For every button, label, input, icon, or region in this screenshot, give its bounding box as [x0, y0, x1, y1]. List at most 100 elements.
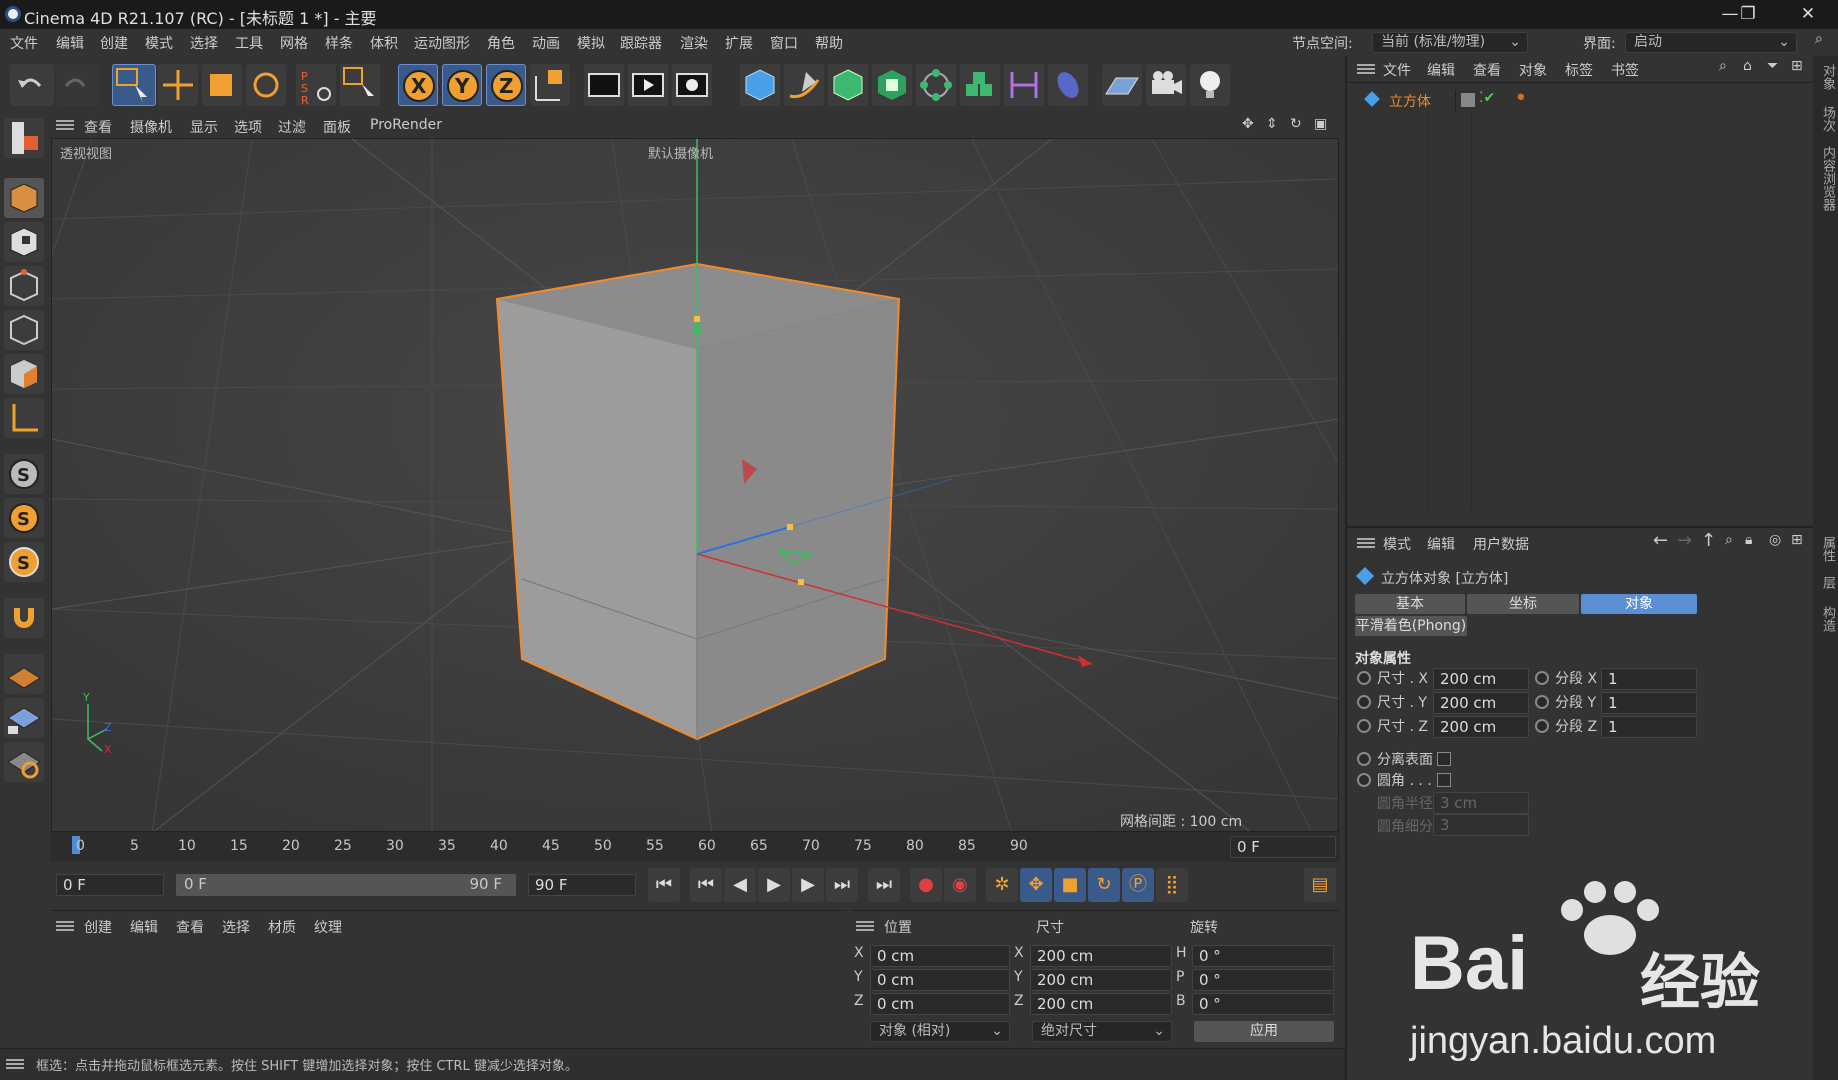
hamburger-icon[interactable] — [56, 118, 74, 132]
play-icon[interactable]: ▶ — [758, 868, 790, 902]
layout-select[interactable]: 启动 ⌄ — [1625, 32, 1797, 53]
key-rotation-icon[interactable]: ↻ — [1088, 868, 1120, 902]
redo-button[interactable] — [56, 64, 100, 106]
workplane-icon[interactable] — [4, 654, 44, 694]
tab-layers[interactable]: 层 — [1818, 576, 1837, 589]
edges-mode-icon[interactable] — [4, 310, 44, 350]
search-icon[interactable]: ⌕ — [1725, 532, 1733, 548]
x-axis-lock-button[interactable]: X — [398, 64, 438, 106]
menu-help[interactable]: 帮助 — [815, 33, 843, 53]
scale-tool-icon[interactable] — [202, 64, 242, 106]
grid-settings-icon[interactable] — [4, 742, 44, 782]
render-view-icon[interactable] — [584, 64, 624, 106]
menu-volume[interactable]: 体积 — [370, 33, 398, 53]
mat-menu-material[interactable]: 材质 — [268, 917, 296, 937]
apply-button[interactable]: 应用 — [1194, 1021, 1334, 1042]
size-x-input[interactable]: 200 cm — [1433, 668, 1529, 690]
move-tool-icon[interactable] — [158, 64, 198, 106]
size-y-input[interactable]: 200 cm — [1433, 692, 1529, 714]
seg-x-input[interactable]: 1 — [1601, 668, 1697, 690]
frame-range-slider[interactable]: 0 F 90 F — [176, 874, 516, 896]
menu-select[interactable]: 选择 — [190, 33, 218, 53]
polygons-mode-icon[interactable] — [4, 354, 44, 394]
size-z-input[interactable]: 200 cm — [1433, 716, 1529, 738]
seg-z-input[interactable]: 1 — [1601, 716, 1697, 738]
menu-simulate[interactable]: 模拟 — [577, 33, 605, 53]
make-editable-icon[interactable] — [4, 118, 44, 158]
rotate-view-icon[interactable]: ↻ — [1290, 116, 1302, 132]
current-frame-field[interactable]: 0 F — [1230, 836, 1336, 858]
menu-window[interactable]: 窗口 — [770, 33, 798, 53]
maximize-view-icon[interactable]: ▣ — [1314, 116, 1327, 132]
new-window-icon[interactable]: ⊞ — [1791, 532, 1803, 548]
home-icon[interactable]: ⌂ — [1743, 58, 1752, 74]
rot-b-field[interactable]: 0 ° — [1192, 993, 1334, 1015]
cube-object-icon[interactable] — [740, 64, 780, 106]
model-mode-icon[interactable] — [4, 178, 44, 218]
cloner-icon[interactable] — [960, 64, 1000, 106]
coord-mode-select[interactable]: 对象 (相对) ⌄ — [870, 1021, 1010, 1042]
menu-render[interactable]: 渲染 — [680, 33, 708, 53]
end-frame-field[interactable]: 90 F — [528, 874, 636, 896]
locked-workplane-icon[interactable] — [4, 698, 44, 738]
record-keys-icon[interactable]: ● — [910, 868, 942, 902]
key-pla-icon[interactable]: ⣿ — [1156, 868, 1188, 902]
new-window-icon[interactable]: ⊞ — [1791, 58, 1803, 74]
obj-menu-bookmarks[interactable]: 书签 — [1611, 60, 1639, 80]
attr-menu-edit[interactable]: 编辑 — [1427, 534, 1455, 554]
size-x-field[interactable]: 200 cm — [1030, 945, 1172, 967]
deformer-icon[interactable] — [1004, 64, 1044, 106]
extrude-generator-icon[interactable] — [872, 64, 912, 106]
next-key-icon[interactable]: ⏭ — [826, 868, 858, 902]
close-button[interactable]: ✕ — [1778, 0, 1838, 29]
coordinate-system-icon[interactable] — [530, 64, 570, 106]
menu-edit[interactable]: 编辑 — [56, 33, 84, 53]
prev-key-icon[interactable]: ⏮ — [690, 868, 722, 902]
separate-surfaces-checkbox[interactable] — [1437, 752, 1451, 766]
menu-tracker[interactable]: 跟踪器 — [620, 33, 662, 53]
axis-mode-icon[interactable] — [4, 398, 44, 438]
target-icon[interactable]: ◎ — [1769, 532, 1781, 548]
vp-menu-filter[interactable]: 过滤 — [278, 117, 306, 137]
menu-mode[interactable]: 模式 — [145, 33, 173, 53]
hamburger-icon[interactable] — [1357, 536, 1375, 550]
animate-radio[interactable] — [1357, 671, 1371, 685]
keyframe-selection-icon[interactable]: ✲ — [986, 868, 1018, 902]
tab-objects[interactable]: 对象 — [1818, 64, 1837, 90]
vp-menu-camera[interactable]: 摄像机 — [130, 117, 172, 137]
menu-extensions[interactable]: 扩展 — [725, 33, 753, 53]
search-icon[interactable]: ⌕ — [1815, 31, 1823, 47]
key-scale-icon[interactable]: ■ — [1054, 868, 1086, 902]
rot-p-field[interactable]: 0 ° — [1192, 969, 1334, 991]
pos-x-field[interactable]: 0 cm — [870, 945, 1010, 967]
visibility-dots-icon[interactable]: ⁚✔ — [1479, 90, 1495, 106]
animate-radio[interactable] — [1357, 752, 1371, 766]
obj-menu-edit[interactable]: 编辑 — [1427, 60, 1455, 80]
light-object-icon[interactable] — [1190, 64, 1230, 106]
texture-mode-icon[interactable] — [4, 222, 44, 262]
size-z-field[interactable]: 200 cm — [1030, 993, 1172, 1015]
tab-coords[interactable]: 坐标 — [1467, 594, 1579, 614]
floor-object-icon[interactable] — [1102, 64, 1142, 106]
hamburger-icon[interactable] — [6, 1057, 24, 1071]
tab-structure[interactable]: 构造 — [1818, 606, 1837, 632]
animate-radio[interactable] — [1535, 671, 1549, 685]
menu-animate[interactable]: 动画 — [532, 33, 560, 53]
menu-tools[interactable]: 工具 — [235, 33, 263, 53]
menu-file[interactable]: 文件 — [10, 33, 38, 53]
fillet-checkbox[interactable] — [1437, 773, 1451, 787]
vp-menu-display[interactable]: 显示 — [190, 117, 218, 137]
rot-h-field[interactable]: 0 ° — [1192, 945, 1334, 967]
filter-icon[interactable]: ⏷ — [1767, 58, 1778, 74]
zoom-view-icon[interactable]: ⇕ — [1266, 116, 1278, 132]
psr-tool-icon[interactable]: PSR — [296, 64, 336, 107]
snap-magnet-icon[interactable] — [4, 598, 44, 638]
attr-menu-mode[interactable]: 模式 — [1383, 534, 1411, 554]
pen-spline-icon[interactable] — [784, 64, 824, 106]
tab-takes[interactable]: 场次 — [1818, 106, 1837, 132]
menu-mesh[interactable]: 网格 — [280, 33, 308, 53]
seg-y-input[interactable]: 1 — [1601, 692, 1697, 714]
animate-radio[interactable] — [1357, 773, 1371, 787]
maximize-button[interactable]: ❐ — [1718, 0, 1778, 29]
pos-z-field[interactable]: 0 cm — [870, 993, 1010, 1015]
